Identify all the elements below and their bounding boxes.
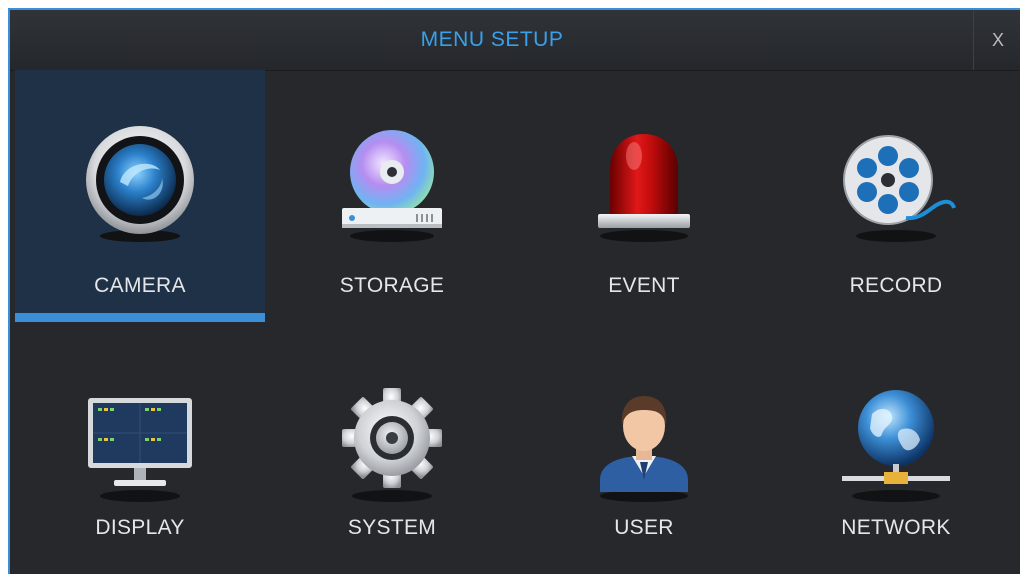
selection-indicator <box>15 313 265 322</box>
camera-lens-icon <box>80 124 200 244</box>
menu-item-system[interactable]: SYSTEM <box>267 322 517 574</box>
menu-item-network[interactable]: NETWORK <box>771 322 1020 574</box>
menu-item-record[interactable]: RECORD <box>771 70 1020 322</box>
menu-item-label: USER <box>614 516 674 539</box>
menu-item-camera[interactable]: CAMERA <box>15 70 265 322</box>
title-bar: MENU SETUP X <box>10 10 1020 71</box>
menu-item-label: DISPLAY <box>95 516 185 539</box>
window-title: MENU SETUP <box>420 28 564 51</box>
gear-icon <box>332 384 452 504</box>
menu-item-display[interactable]: DISPLAY <box>15 322 265 574</box>
disc-drive-icon <box>332 124 452 244</box>
menu-item-user[interactable]: USER <box>519 322 769 574</box>
alarm-siren-icon <box>584 124 704 244</box>
film-reel-icon <box>836 124 956 244</box>
menu-item-storage[interactable]: STORAGE <box>267 70 517 322</box>
menu-setup-window: MENU SETUP X CAMERA STORAGE EVENT RECORD… <box>8 8 1020 574</box>
menu-item-label: STORAGE <box>339 274 445 297</box>
menu-item-label: SYSTEM <box>347 516 437 539</box>
globe-network-icon <box>836 384 956 504</box>
menu-item-label: CAMERA <box>94 274 186 297</box>
menu-item-label: EVENT <box>608 274 680 297</box>
monitor-icon <box>80 384 200 504</box>
menu-item-event[interactable]: EVENT <box>519 70 769 322</box>
user-icon <box>584 384 704 504</box>
menu-item-label: RECORD <box>849 274 943 297</box>
menu-item-label: NETWORK <box>841 516 951 539</box>
close-button[interactable]: X <box>973 10 1020 70</box>
